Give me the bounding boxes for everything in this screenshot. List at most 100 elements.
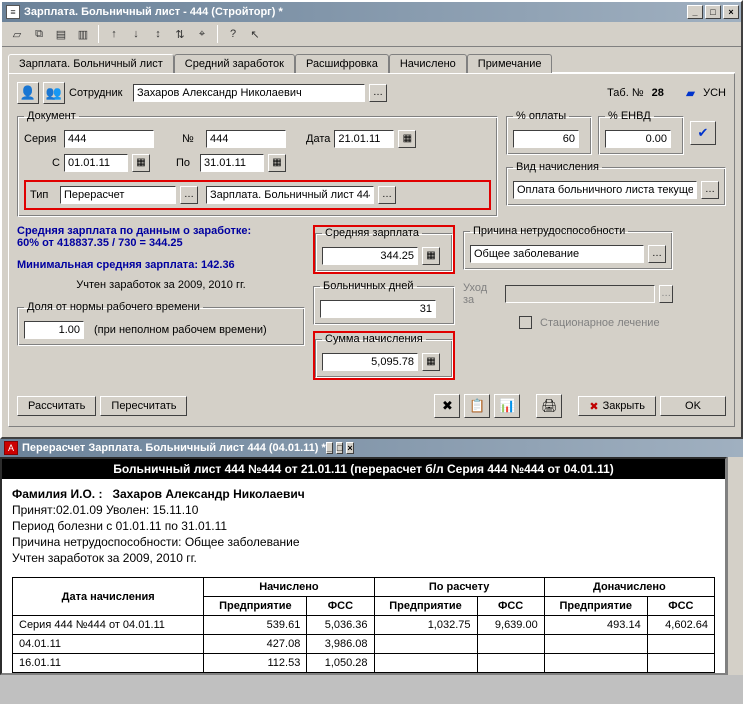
table-row: 16.01.11112.531,050.28 — [13, 654, 715, 673]
paypct-legend: % оплаты — [513, 110, 569, 122]
recalc-button[interactable]: Пересчитать — [100, 396, 187, 416]
report-scrollbar[interactable] — [727, 457, 743, 675]
tab-sickdoc[interactable]: Зарплата. Больничный лист — [8, 54, 174, 73]
from-picker-button[interactable]: ▦ — [132, 154, 150, 172]
apply-check-button[interactable]: ✔ — [690, 121, 716, 145]
to-picker-button[interactable]: ▦ — [268, 154, 286, 172]
earned-period: Учтен заработок за 2009, 2010 гг. — [12, 551, 715, 565]
report-table: Дата начисления Начислено По расчету Дон… — [12, 577, 715, 673]
tb-cursor-icon[interactable]: ↖ — [246, 25, 264, 43]
stationary-label: Стационарное лечение — [540, 317, 660, 329]
report-icon-button[interactable]: 📋 — [464, 394, 490, 418]
cause-field[interactable] — [470, 245, 644, 263]
ref-doc-field[interactable] — [206, 186, 374, 204]
report-titlebar: A Перерасчет Зарплата. Больничный лист 4… — [0, 439, 743, 457]
illness-period: Период болезни с 01.01.11 по 31.01.11 — [12, 519, 715, 533]
fio-value: Захаров Александр Николаевич — [112, 487, 304, 501]
fio-label: Фамилия И.О. : — [12, 487, 102, 501]
kind-legend: Вид начисления — [513, 161, 602, 173]
tb-tool-icon[interactable]: ⌖ — [193, 25, 211, 43]
series-label: Серия — [24, 133, 60, 145]
tb-attach-icon[interactable]: ▥ — [74, 25, 92, 43]
print-icon-button[interactable]: 🖨 — [536, 394, 562, 418]
tb-save-icon[interactable]: ▤ — [52, 25, 70, 43]
report-title: Перерасчет Зарплата. Больничный лист 444… — [22, 442, 326, 454]
type-field[interactable] — [60, 186, 176, 204]
avg-field[interactable] — [322, 247, 418, 265]
type-lookup-button[interactable]: … — [180, 186, 198, 204]
days-field[interactable] — [320, 300, 436, 318]
close-form-button[interactable]: ✖Закрыть — [578, 396, 656, 416]
paypct-field[interactable] — [513, 130, 579, 148]
toolbar: ▱ ⧉ ▤ ▥ ↑ ↓ ↕ ⇅ ⌖ ? ↖ — [2, 22, 741, 47]
date-picker-button[interactable]: ▦ — [398, 130, 416, 148]
employee-field[interactable] — [133, 84, 365, 102]
avg-calc-button[interactable]: ▦ — [422, 247, 440, 265]
tab-breakdown[interactable]: Расшифровка — [295, 54, 389, 73]
illness-cause: Причина нетрудоспособности: Общее заболе… — [12, 535, 715, 549]
col-accrued: Начислено — [204, 578, 374, 597]
sub-fss-3: ФСС — [647, 597, 714, 616]
tb-help-icon[interactable]: ? — [224, 25, 242, 43]
tab-note[interactable]: Примечание — [467, 54, 553, 73]
tb-down-icon[interactable]: ↓ — [127, 25, 145, 43]
usn-label: УСН — [703, 87, 726, 99]
to-label: По — [176, 157, 196, 169]
report-close-button[interactable]: × — [346, 442, 353, 454]
tb-copy-icon[interactable]: ⧉ — [30, 25, 48, 43]
employee-lookup-button[interactable]: … — [369, 84, 387, 102]
sub-fss-2: ФСС — [477, 597, 544, 616]
employee-list-icon[interactable]: 👥 — [43, 82, 65, 104]
care-label: Уход за — [463, 282, 501, 306]
calc-button[interactable]: Рассчитать — [17, 396, 96, 416]
ok-button[interactable]: OK — [660, 396, 726, 416]
tb-new-icon[interactable]: ▱ — [8, 25, 26, 43]
from-field[interactable] — [64, 154, 128, 172]
close-button[interactable]: × — [723, 5, 739, 19]
stationary-checkbox — [519, 316, 532, 329]
main-titlebar: ≡ Зарплата. Больничный лист - 444 (Строй… — [2, 2, 741, 22]
tb-filter-icon[interactable]: ⇅ — [171, 25, 189, 43]
tb-up-icon[interactable]: ↑ — [105, 25, 123, 43]
chart-icon-button[interactable]: 📊 — [494, 394, 520, 418]
report-header: Больничный лист 444 №444 от 21.01.11 (пе… — [2, 459, 725, 479]
report-minimize-button[interactable]: _ — [326, 442, 333, 454]
envd-field[interactable] — [605, 130, 671, 148]
ref-doc-lookup-button[interactable]: … — [378, 186, 396, 204]
type-label: Тип — [30, 189, 56, 201]
tb-sort-icon[interactable]: ↕ — [149, 25, 167, 43]
cause-legend: Причина нетрудоспособности — [470, 225, 628, 237]
date-field[interactable] — [334, 130, 394, 148]
cause-lookup-button[interactable]: … — [648, 245, 666, 263]
date-label: Дата — [306, 133, 330, 145]
kind-lookup-button[interactable]: … — [701, 181, 719, 199]
tabno-value: 28 — [652, 87, 664, 99]
days-legend: Больничных дней — [320, 280, 417, 292]
tab-accrued[interactable]: Начислено — [389, 54, 467, 73]
share-field[interactable] — [24, 321, 84, 339]
no-field[interactable] — [206, 130, 286, 148]
employee-card-icon[interactable]: 👤 — [17, 82, 39, 104]
employee-label: Сотрудник — [69, 87, 129, 99]
period-text: Учтен заработок за 2009, 2010 гг. — [17, 279, 305, 291]
report-maximize-button[interactable]: □ — [336, 442, 343, 454]
minimize-button[interactable]: _ — [687, 5, 703, 19]
table-row: Серия 444 №444 от 04.01.11539.615,036.36… — [13, 616, 715, 635]
sum-field[interactable] — [322, 353, 418, 371]
from-label: С — [24, 157, 60, 169]
envd-legend: % ЕНВД — [605, 110, 654, 122]
avg-legend: Средняя зарплата — [322, 227, 422, 239]
col-date: Дата начисления — [13, 578, 204, 616]
tab-avgearn[interactable]: Средний заработок — [174, 54, 295, 73]
series-field[interactable] — [64, 130, 154, 148]
to-field[interactable] — [200, 154, 264, 172]
tools-icon-button[interactable]: ✖ — [434, 394, 460, 418]
app-icon: ≡ — [6, 5, 20, 19]
no-label: № — [182, 133, 202, 145]
maximize-button[interactable]: □ — [705, 5, 721, 19]
window-title: Зарплата. Больничный лист - 444 (Стройто… — [24, 6, 687, 18]
sum-legend: Сумма начисления — [322, 333, 426, 345]
tab-row: Зарплата. Больничный лист Средний зарабо… — [8, 53, 735, 73]
kind-field[interactable] — [513, 181, 697, 199]
sum-calc-button[interactable]: ▦ — [422, 353, 440, 371]
